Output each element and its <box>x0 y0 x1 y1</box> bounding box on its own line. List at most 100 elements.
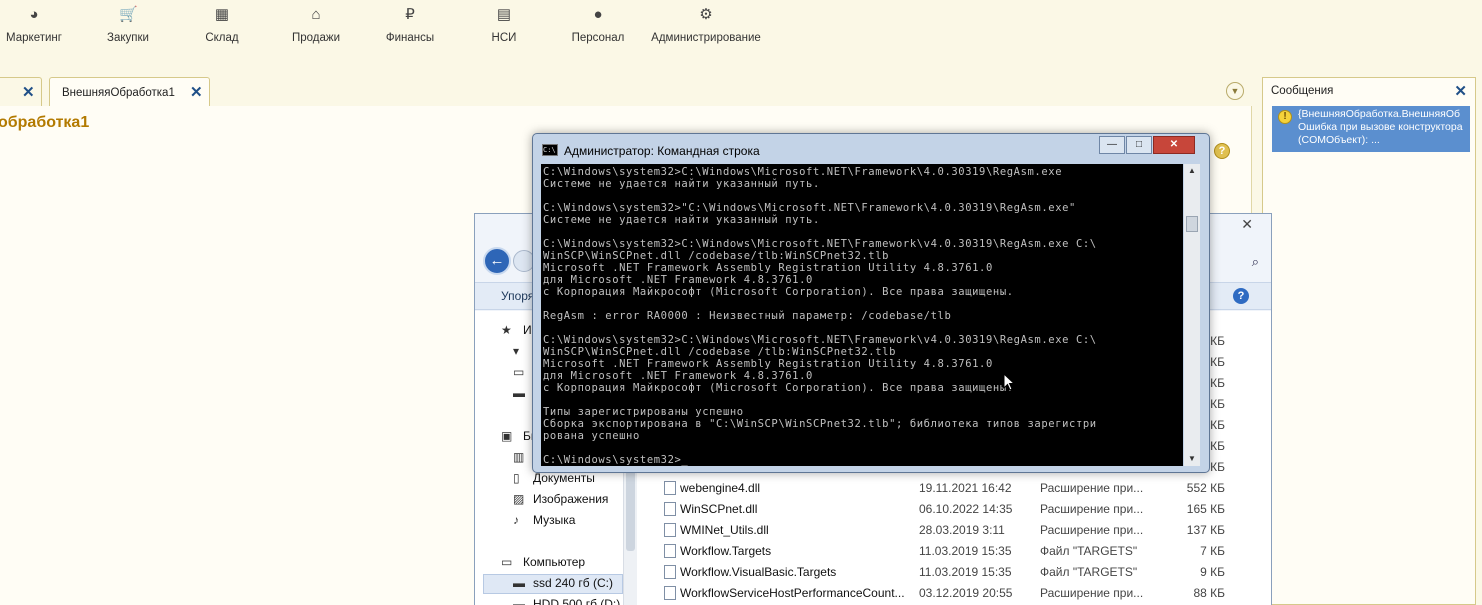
cart-icon: 🛒 <box>119 6 138 23</box>
desktop-icon: ▭ <box>513 365 525 379</box>
file-date: 11.03.2019 15:35 <box>919 544 1012 558</box>
file-name: WinSCPnet.dll <box>680 502 758 516</box>
nav-item-label: Закупки <box>107 32 149 44</box>
file-size: 88 КБ <box>1193 586 1225 600</box>
file-size: КБ <box>1210 376 1225 390</box>
video-icon: ▥ <box>513 450 525 464</box>
nav-item-label: НСИ <box>491 32 517 44</box>
search-icon[interactable]: ⌕ <box>1252 254 1259 270</box>
close-icon[interactable]: ✕ <box>22 83 35 101</box>
back-arrow-icon[interactable]: ← <box>483 247 511 275</box>
console-output[interactable]: C:\Windows\system32>C:\Windows\Microsoft… <box>541 164 1183 466</box>
computer-icon: ▭ <box>501 555 513 569</box>
file-row[interactable]: WinSCPnet.dll 06.10.2022 14:35 Расширение … <box>637 499 1271 520</box>
nav-tree-item[interactable]: HDD 500 гб (D:) <box>533 597 620 605</box>
books-icon: ▤ <box>496 6 512 23</box>
file-row[interactable]: WMINet_Utils.dll 28.03.2019 3:11 Расширени… <box>637 520 1271 541</box>
file-row[interactable]: webengine4.dll 19.11.2021 16:42 Расширение… <box>637 478 1271 499</box>
file-name: Workflow.Targets <box>680 544 772 558</box>
nav-item-label: Персонал <box>571 32 625 44</box>
tab-previous[interactable]: ✕ <box>0 77 42 106</box>
nav-tree-item[interactable]: Компьютер <box>523 555 585 569</box>
nav-tree-item[interactable]: Музыка <box>533 513 575 527</box>
nav-tree-item[interactable]: И <box>523 323 532 337</box>
close-icon[interactable]: ✕ <box>1241 216 1253 233</box>
file-icon <box>664 481 676 495</box>
file-size: КБ <box>1210 334 1225 348</box>
scroll-down-icon[interactable]: ▼ <box>1184 452 1200 466</box>
console-icon: C:\ <box>542 144 558 156</box>
nav-item-label: Администрирование <box>651 32 761 44</box>
file-row[interactable]: WorkflowServiceHostPerformanceCount... 03… <box>637 583 1271 604</box>
file-type: Расширение при... <box>1040 586 1144 600</box>
file-type: Расширение при... <box>1040 523 1144 537</box>
nav-item-label: Продажи <box>291 32 341 44</box>
console-line: рована успешно <box>543 430 640 442</box>
gear-icon: ⚙ <box>699 6 713 23</box>
nav-tree-item[interactable]: ssd 240 гб (C:) <box>533 576 613 590</box>
maximize-button[interactable]: □ <box>1126 136 1152 154</box>
file-row[interactable]: Workflow.VisualBasic.Targets 11.03.2019 1… <box>637 562 1271 583</box>
console-line: для Microsoft .NET Framework 4.8.3761.0 <box>543 370 813 382</box>
basket-icon: ⌂ <box>311 6 321 23</box>
file-type: Расширение при... <box>1040 502 1144 516</box>
file-date: 19.11.2021 16:42 <box>919 481 1012 495</box>
file-icon <box>664 502 676 516</box>
console-line: C:\Windows\system32>"C:\Windows\Microsof… <box>543 202 1076 214</box>
console-line: с Корпорация Майкрософт (Microsoft Corpo… <box>543 286 1014 298</box>
ruble-icon: ₽ <box>405 6 415 23</box>
file-size: 7 КБ <box>1200 544 1225 558</box>
file-name: WorkflowServiceHostPerformanceCount... <box>680 586 905 600</box>
file-size: КБ <box>1210 439 1225 453</box>
console-line: Системе не удается найти указанный путь. <box>543 214 820 226</box>
tab-active[interactable]: ВнешняяОбработка1 ✕ <box>49 77 210 106</box>
console-scrollbar[interactable]: ▲ ▼ <box>1184 164 1200 466</box>
console-line: WinSCP\WinSCPnet.dll /codebase/tlb:WinSC… <box>543 250 890 262</box>
monitor-icon: ▬ <box>513 386 525 400</box>
file-name: WMINet_Utils.dll <box>680 523 769 537</box>
close-icon[interactable]: ✕ <box>190 83 203 101</box>
nav-tree-item[interactable]: Изображения <box>533 492 608 506</box>
console-line: Системе не удается найти указанный путь. <box>543 178 820 190</box>
console-line: Сборка экспортирована в "C:\WinSCP\WinSC… <box>543 418 1097 430</box>
top-navigation: ◕ Маркетинг 🛒 Закупки ▦ Склад ⌂ Продажи ₽ Финансы… <box>0 0 1482 70</box>
console-line: Типы зарегистрированы успешно <box>543 406 744 418</box>
file-size: 137 КБ <box>1186 523 1225 537</box>
organize-button[interactable]: Упоря <box>501 289 534 303</box>
file-size: 165 КБ <box>1186 502 1225 516</box>
minimize-button[interactable]: — <box>1099 136 1125 154</box>
tab-label: ВнешняяОбработка1 <box>62 87 175 99</box>
images-icon: ▨ <box>513 492 525 506</box>
file-name: Workflow.VisualBasic.Targets <box>680 565 837 579</box>
library-icon: ▣ <box>501 429 513 443</box>
mouse-cursor-icon <box>1003 373 1015 391</box>
nav-tree-item[interactable]: Документы <box>533 471 595 485</box>
scroll-up-icon[interactable]: ▲ <box>1184 164 1200 178</box>
scrollbar-thumb[interactable] <box>1186 216 1198 232</box>
message-text: {ВнешняяОбработка.ВнешняяОб Ошибка при в… <box>1298 108 1463 146</box>
message-item[interactable]: ! {ВнешняяОбработка.ВнешняяОб Ошибка при… <box>1272 106 1470 152</box>
console-line: RegAsm : error RA0000 : Неизвестный пара… <box>543 310 952 322</box>
nav-item[interactable]: ● Персонал <box>538 6 658 44</box>
documents-icon: ▯ <box>513 471 520 485</box>
messages-panel: Сообщения ✕ ! {ВнешняяОбработка.ВнешняяО… <box>1262 77 1476 605</box>
file-row[interactable]: Workflow.Targets 11.03.2019 15:35 Файл "TA… <box>637 541 1271 562</box>
close-button[interactable]: ✕ <box>1153 136 1195 154</box>
help-icon[interactable]: ? <box>1214 143 1230 159</box>
tabs-menu-icon[interactable]: ▼ <box>1226 82 1244 100</box>
nav-item[interactable]: ⚙ Администрирование <box>646 6 766 44</box>
nav-item-label: Маркетинг <box>6 32 62 44</box>
close-icon[interactable]: ✕ <box>1454 82 1467 100</box>
file-icon <box>664 523 676 537</box>
warning-icon: ! <box>1278 110 1292 124</box>
help-icon[interactable]: ? <box>1233 288 1249 304</box>
window-title: Администратор: Командная строка <box>564 144 760 158</box>
file-icon <box>664 565 676 579</box>
messages-title: Сообщения <box>1271 85 1334 97</box>
file-type: Файл "TARGETS" <box>1040 565 1138 579</box>
console-line: с Корпорация Майкрософт (Microsoft Corpo… <box>543 382 1014 394</box>
file-size: 9 КБ <box>1200 565 1225 579</box>
